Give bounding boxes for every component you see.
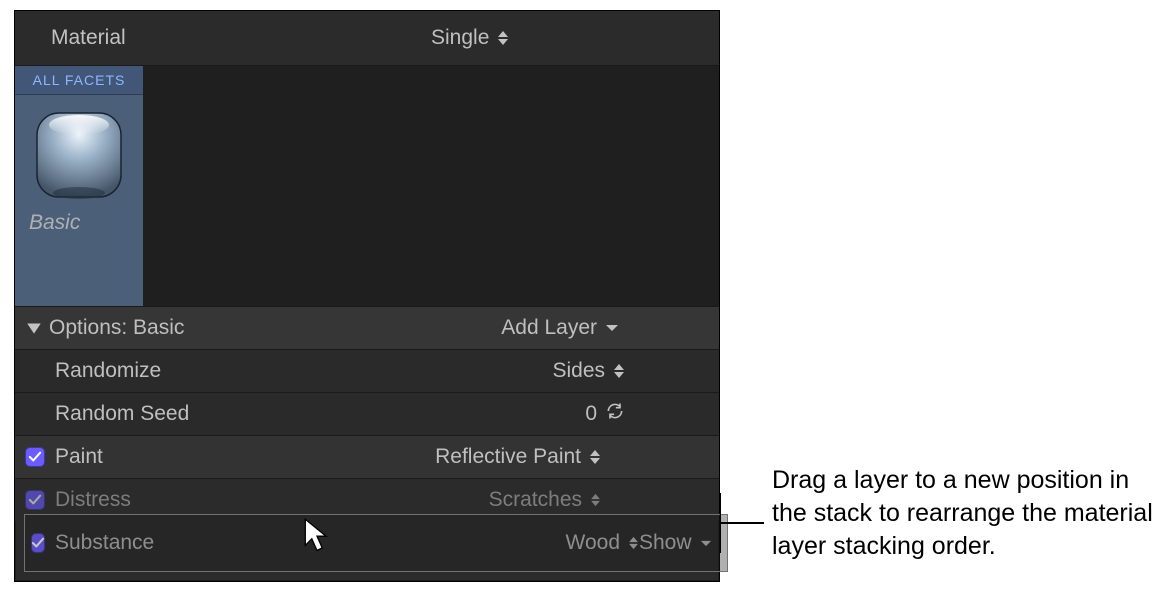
material-mode-popup[interactable]: Single (431, 26, 509, 50)
show-toggle-label[interactable]: Show (639, 531, 692, 555)
updown-icon (589, 449, 601, 465)
material-thumbnail[interactable] (29, 105, 129, 205)
randomize-popup[interactable]: Sides (552, 359, 625, 383)
dragging-layer-ghost[interactable]: Substance Wood Show (24, 514, 728, 572)
paint-type-value: Reflective Paint (435, 445, 581, 469)
facet-tile[interactable]: ALL FACETS (15, 66, 143, 306)
regenerate-button[interactable] (605, 401, 625, 427)
material-mode-value: Single (431, 26, 489, 50)
material-name-label[interactable]: Basic (15, 211, 143, 245)
random-seed-row: Random Seed 0 (15, 392, 719, 435)
distress-enable-checkbox[interactable] (25, 490, 45, 510)
updown-icon (590, 493, 601, 507)
randomize-label: Randomize (25, 359, 375, 383)
random-seed-value[interactable]: 0 (585, 402, 597, 426)
chevron-down-icon (605, 323, 619, 333)
annotation-text: Drag a layer to a new position in the st… (772, 464, 1168, 563)
randomize-row: Randomize Sides (15, 349, 719, 392)
material-inspector-panel: Material Single ALL FACETS (14, 10, 720, 582)
add-layer-label: Add Layer (501, 316, 597, 340)
updown-icon (628, 536, 639, 550)
updown-icon (497, 30, 509, 46)
distress-layer-label: Distress (55, 488, 351, 512)
material-section-label: Material (51, 26, 431, 50)
callout-leader-line (720, 489, 764, 557)
random-seed-label: Random Seed (25, 402, 375, 426)
options-section-label: Options: Basic (49, 316, 369, 340)
options-section-row[interactable]: Options: Basic Add Layer (15, 306, 719, 349)
disclosure-triangle-icon[interactable] (25, 319, 43, 337)
substance-type-value: Wood (566, 531, 620, 555)
add-layer-button[interactable]: Add Layer (501, 316, 619, 340)
paint-enable-checkbox[interactable] (25, 447, 45, 467)
material-header-row: Material Single (15, 11, 719, 66)
distress-type-value: Scratches (489, 488, 582, 512)
updown-icon (613, 363, 625, 379)
all-facets-tab[interactable]: ALL FACETS (15, 66, 143, 95)
paint-type-popup[interactable]: Reflective Paint (435, 445, 601, 469)
randomize-value: Sides (552, 359, 605, 383)
distress-type-popup[interactable]: Scratches (489, 488, 601, 512)
substance-enable-checkbox[interactable] (31, 533, 45, 553)
facets-bar: ALL FACETS (15, 66, 719, 306)
paint-layer-label: Paint (55, 445, 351, 469)
chevron-down-icon (700, 539, 712, 548)
substance-layer-label: Substance (55, 531, 375, 555)
paint-layer-row[interactable]: Paint Reflective Paint (15, 435, 719, 478)
